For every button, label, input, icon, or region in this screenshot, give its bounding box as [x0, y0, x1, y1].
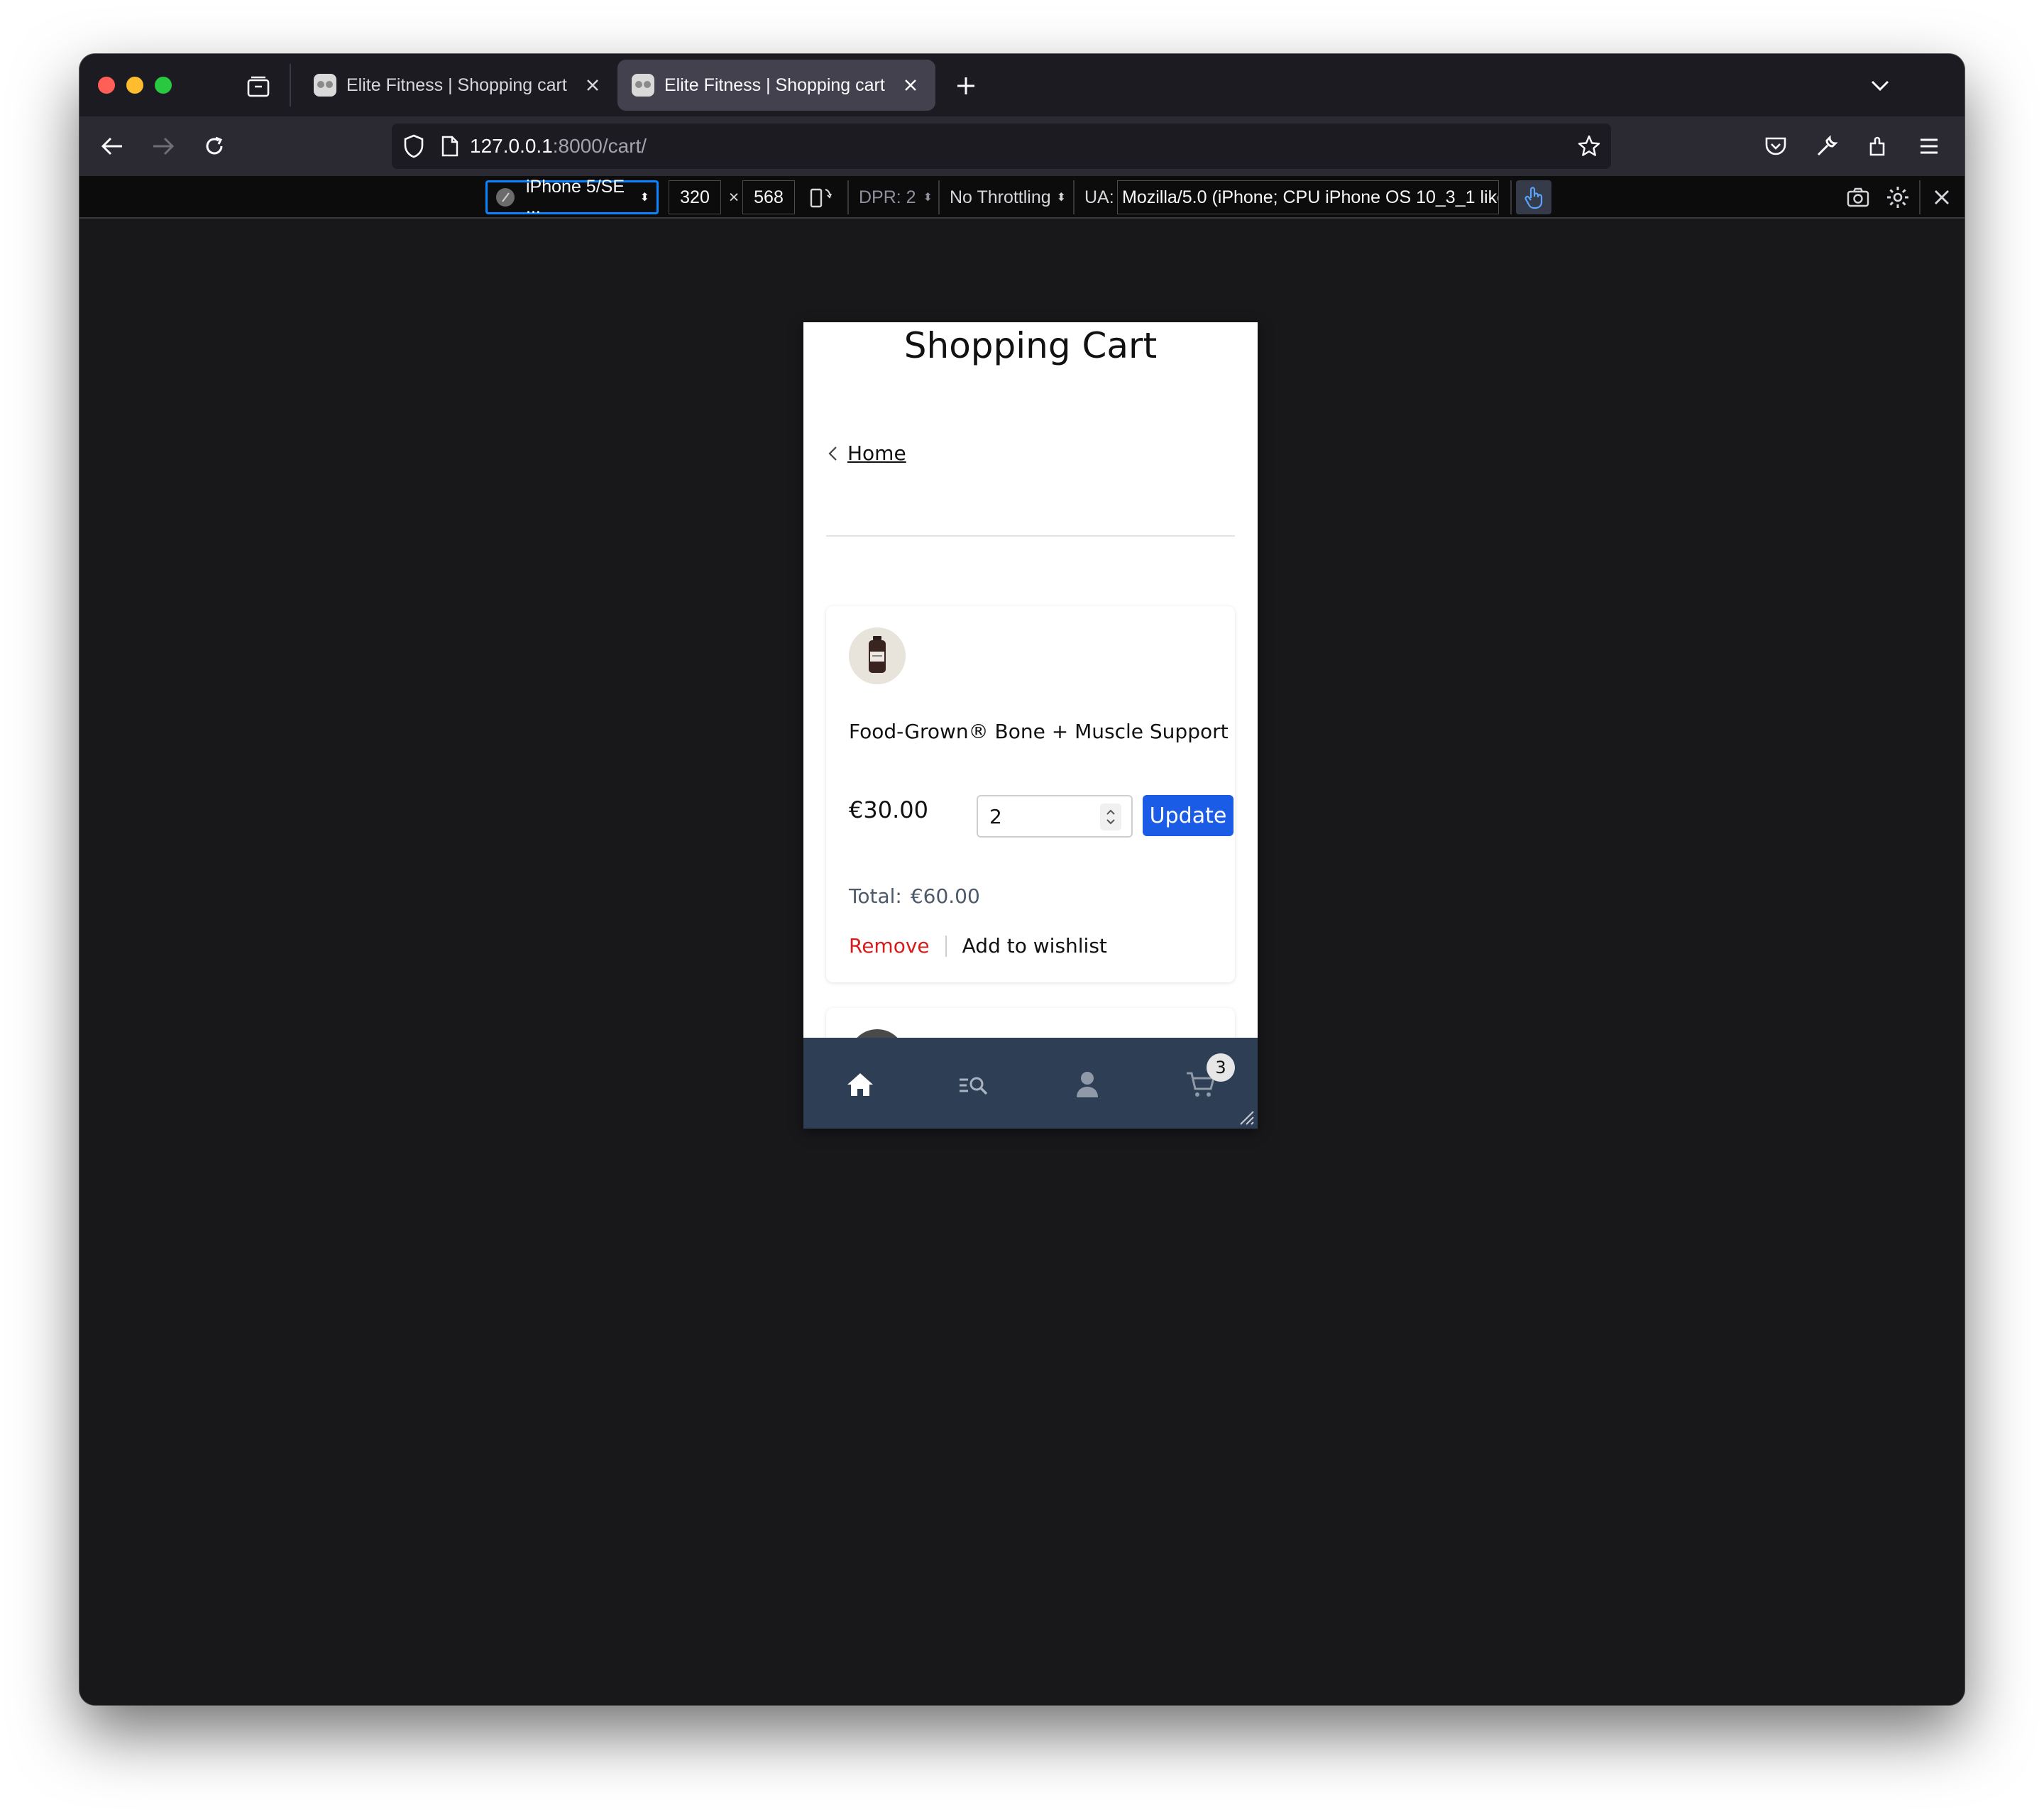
back-arrow-icon[interactable]: [94, 128, 131, 165]
navigation-bar: 127.0.0.1:8000/cart/: [79, 116, 1965, 176]
settings-gear-icon[interactable]: [1882, 180, 1913, 214]
item-actions: Remove Add to wishlist: [849, 934, 1107, 958]
tab-title: Elite Fitness | Shopping cart: [664, 75, 885, 95]
action-separator: [945, 935, 947, 957]
width-input[interactable]: 320: [669, 180, 721, 214]
tab-strip: Elite Fitness | Shopping cart Elite Fitn…: [79, 54, 1965, 116]
touch-simulation-icon[interactable]: [1516, 180, 1551, 214]
device-icon: [495, 187, 516, 208]
remove-link[interactable]: Remove: [849, 934, 930, 958]
forward-arrow-icon[interactable]: [145, 128, 182, 165]
url-text[interactable]: 127.0.0.1:8000/cart/: [470, 135, 647, 158]
dpr-select[interactable]: DPR: 2 ⬍: [859, 180, 933, 214]
reload-icon[interactable]: [196, 128, 233, 165]
toolbar-separator: [847, 180, 849, 214]
home-icon[interactable]: [839, 1063, 881, 1106]
throttling-label: No Throttling: [950, 187, 1051, 207]
select-arrows-icon: ⬍: [923, 192, 933, 204]
chevron-left-icon: [828, 446, 837, 461]
menu-icon[interactable]: [1911, 128, 1947, 165]
toolbar-separator: [938, 180, 940, 214]
toolbar-separator: [1073, 180, 1075, 214]
throttling-select[interactable]: No Throttling ⬍: [950, 180, 1066, 214]
screenshot-camera-icon[interactable]: [1842, 180, 1874, 214]
shield-icon[interactable]: [403, 134, 424, 158]
quantity-value: 2: [989, 804, 1002, 828]
toolbar-separator: [1510, 180, 1512, 214]
select-arrows-icon: ⬍: [639, 192, 649, 204]
wrench-icon[interactable]: [1808, 128, 1845, 165]
bottom-navigation: 3: [803, 1038, 1258, 1129]
extensions-icon[interactable]: [1859, 128, 1896, 165]
cart-count-badge: 3: [1207, 1053, 1235, 1082]
back-home-link[interactable]: Home: [828, 441, 906, 465]
back-home-label: Home: [847, 441, 906, 465]
add-to-wishlist-link[interactable]: Add to wishlist: [962, 934, 1107, 958]
maximize-window-button[interactable]: [155, 77, 172, 94]
tab-overview-icon[interactable]: [244, 72, 273, 101]
browser-window: Elite Fitness | Shopping cart Elite Fitn…: [79, 54, 1965, 1705]
user-icon[interactable]: [1066, 1063, 1109, 1106]
close-tab-icon[interactable]: [582, 75, 603, 96]
product-price: €30.00: [849, 796, 928, 823]
update-button[interactable]: Update: [1143, 795, 1233, 836]
site-favicon-icon: [314, 74, 336, 97]
select-arrows-icon: ⬍: [1056, 192, 1067, 204]
divider: [826, 535, 1235, 537]
chevron-down-icon[interactable]: [1865, 71, 1895, 101]
site-favicon-icon: [632, 74, 654, 97]
toolbar-separator: [1919, 180, 1921, 214]
tab-separator: [290, 64, 291, 106]
dimension-times: ×: [728, 187, 740, 207]
height-input[interactable]: 568: [742, 180, 795, 214]
pocket-icon[interactable]: [1757, 128, 1794, 165]
device-screen: Shopping Cart Home Food-Grown® Bone + Mu…: [803, 322, 1258, 1129]
total-value: €60.00: [910, 884, 980, 908]
tab-cart-2[interactable]: Elite Fitness | Shopping cart: [617, 60, 935, 111]
user-agent-input[interactable]: Mozilla/5.0 (iPhone; CPU iPhone OS 10_3_…: [1117, 180, 1499, 214]
device-name: iPhone 5/SE ...: [526, 177, 625, 217]
page-icon[interactable]: [441, 136, 458, 157]
dpr-label: DPR: 2: [859, 187, 916, 207]
responsive-design-toolbar: iPhone 5/SE ... ⬍ 320 × 568 DPR: 2 ⬍ No …: [79, 176, 1965, 219]
product-name[interactable]: Food-Grown® Bone + Muscle Support: [849, 720, 1229, 743]
viewport-area: Shopping Cart Home Food-Grown® Bone + Mu…: [79, 219, 1965, 1705]
close-tab-icon[interactable]: [900, 75, 921, 96]
rotate-device-icon[interactable]: [805, 180, 836, 214]
close-rdm-icon[interactable]: [1926, 180, 1957, 214]
product-image[interactable]: [849, 627, 906, 684]
search-list-icon[interactable]: [952, 1063, 995, 1106]
tab-cart-1[interactable]: Elite Fitness | Shopping cart: [300, 60, 617, 111]
minimize-window-button[interactable]: [126, 77, 143, 94]
new-tab-icon[interactable]: [951, 71, 981, 101]
item-total: Total: €60.00: [849, 884, 980, 908]
page-title: Shopping Cart: [903, 325, 1158, 366]
total-label: Total:: [849, 884, 902, 908]
ua-label: UA:: [1084, 187, 1114, 207]
resize-handle-icon[interactable]: [1238, 1109, 1255, 1126]
url-bar[interactable]: 127.0.0.1:8000/cart/: [392, 124, 1611, 169]
quantity-input[interactable]: 2: [977, 795, 1133, 838]
tab-title: Elite Fitness | Shopping cart: [346, 75, 567, 95]
device-select[interactable]: iPhone 5/SE ... ⬍: [485, 177, 659, 217]
close-window-button[interactable]: [98, 77, 115, 94]
cart-item-card: Food-Grown® Bone + Muscle Support €30.00…: [826, 606, 1235, 982]
bookmark-star-icon[interactable]: [1577, 134, 1601, 158]
quantity-stepper[interactable]: [1100, 803, 1121, 830]
